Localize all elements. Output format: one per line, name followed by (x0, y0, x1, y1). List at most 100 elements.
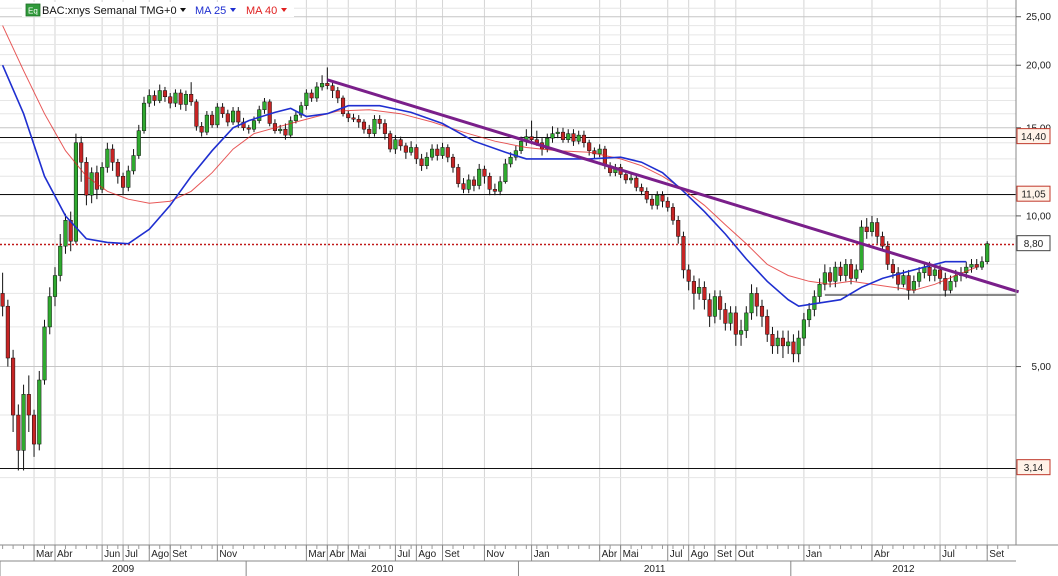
candle-body (178, 92, 183, 105)
candle-body (938, 269, 943, 279)
candle-body (801, 319, 806, 339)
year-label: 2010 (371, 564, 394, 575)
x-tick-label: Jul (125, 549, 138, 560)
candle-body (424, 156, 429, 166)
candle-body (576, 134, 581, 142)
candle-body (388, 133, 393, 150)
x-tick-label: Out (738, 549, 754, 560)
candle-body (571, 133, 576, 142)
candle-body (833, 266, 838, 282)
candle-body (393, 139, 398, 150)
candle-body (340, 97, 346, 114)
candle-body (697, 287, 702, 294)
candle-body (5, 305, 10, 359)
candle-body (267, 101, 272, 124)
candle-body (901, 275, 906, 285)
symbol-label[interactable]: BAC:xnys Semanal TMG+0 (42, 5, 177, 17)
candle-body (597, 148, 602, 155)
candle-body (251, 120, 257, 130)
candle-body (890, 264, 895, 273)
candle-body (770, 334, 775, 347)
candle-body (786, 341, 791, 347)
candle-body (848, 264, 854, 279)
candle-body (739, 330, 744, 335)
candle-body (927, 266, 932, 276)
candle-body (854, 269, 859, 279)
ma25-label[interactable]: MA 25 (195, 5, 226, 17)
price-label: 14,40 (1021, 132, 1046, 143)
x-tick-label: Abr (874, 549, 890, 560)
x-tick-label: Mai (623, 549, 639, 560)
candle-body (859, 226, 864, 271)
candle-body (94, 172, 99, 190)
price-label: 11,05 (1021, 190, 1046, 201)
candle-body (529, 136, 534, 140)
candle-body (16, 414, 21, 451)
candle-body (492, 189, 497, 192)
candle-body (718, 296, 723, 310)
candle-body (430, 148, 435, 158)
candle-body (440, 147, 445, 156)
candle-body (503, 163, 508, 183)
y-tick-label: 20,00 (1026, 61, 1051, 72)
candle-body (320, 83, 325, 88)
x-tick-label: Set (717, 549, 732, 560)
x-tick-label: Set (445, 549, 460, 560)
candle-body (246, 127, 251, 130)
candle-body (335, 90, 340, 99)
candle-body (26, 394, 31, 416)
candle-body (670, 207, 676, 221)
x-tick-label: Ago (151, 549, 169, 560)
candle-body (471, 179, 477, 186)
candle-body (456, 167, 461, 184)
candle-body (351, 117, 356, 120)
candle-body (283, 128, 288, 136)
candle-body (157, 90, 162, 101)
candle-body (0, 293, 5, 307)
candle-body (309, 92, 314, 99)
year-label: 2011 (644, 564, 666, 575)
x-tick-label: Nov (219, 549, 237, 560)
candle-body (581, 134, 586, 144)
candle-body (917, 272, 922, 282)
candle-body (236, 110, 241, 123)
candle-body (712, 296, 717, 317)
candle-body (356, 118, 361, 123)
candle-body (42, 326, 47, 381)
candle-body (655, 194, 660, 206)
candle-body (560, 131, 566, 140)
candle-body (330, 85, 335, 91)
x-tick-label: Ago (691, 549, 709, 560)
candle-body (566, 133, 571, 140)
x-tick-label: Nov (486, 549, 504, 560)
candle-body (414, 147, 419, 160)
candle-body (728, 312, 733, 324)
candle-body (377, 118, 382, 124)
candle-body (58, 245, 63, 276)
candle-body (555, 131, 560, 134)
candle-body (985, 243, 990, 262)
candle-body (31, 414, 37, 445)
candle-body (843, 264, 848, 276)
price-label: 3,14 (1024, 463, 1044, 474)
candle-body (220, 106, 225, 114)
ma40-label[interactable]: MA 40 (246, 5, 277, 17)
candle-body (822, 272, 827, 285)
x-tick-label: Set (989, 549, 1004, 560)
candle-body (911, 281, 916, 291)
x-tick-label: Mar (36, 549, 54, 560)
y-tick-label: 25,00 (1026, 12, 1051, 23)
candle-body (487, 176, 492, 190)
candle-body (550, 133, 555, 139)
candle-body (869, 222, 875, 232)
year-label: 2009 (112, 564, 135, 575)
candle-body (84, 161, 89, 196)
candle-body (723, 309, 728, 324)
candle-body (304, 92, 309, 106)
x-tick-label: Mai (350, 549, 366, 560)
candle-body (105, 148, 110, 168)
candle-body (733, 312, 738, 335)
candle-body (435, 148, 440, 156)
candle-body (403, 145, 408, 153)
candle-body (623, 174, 628, 181)
